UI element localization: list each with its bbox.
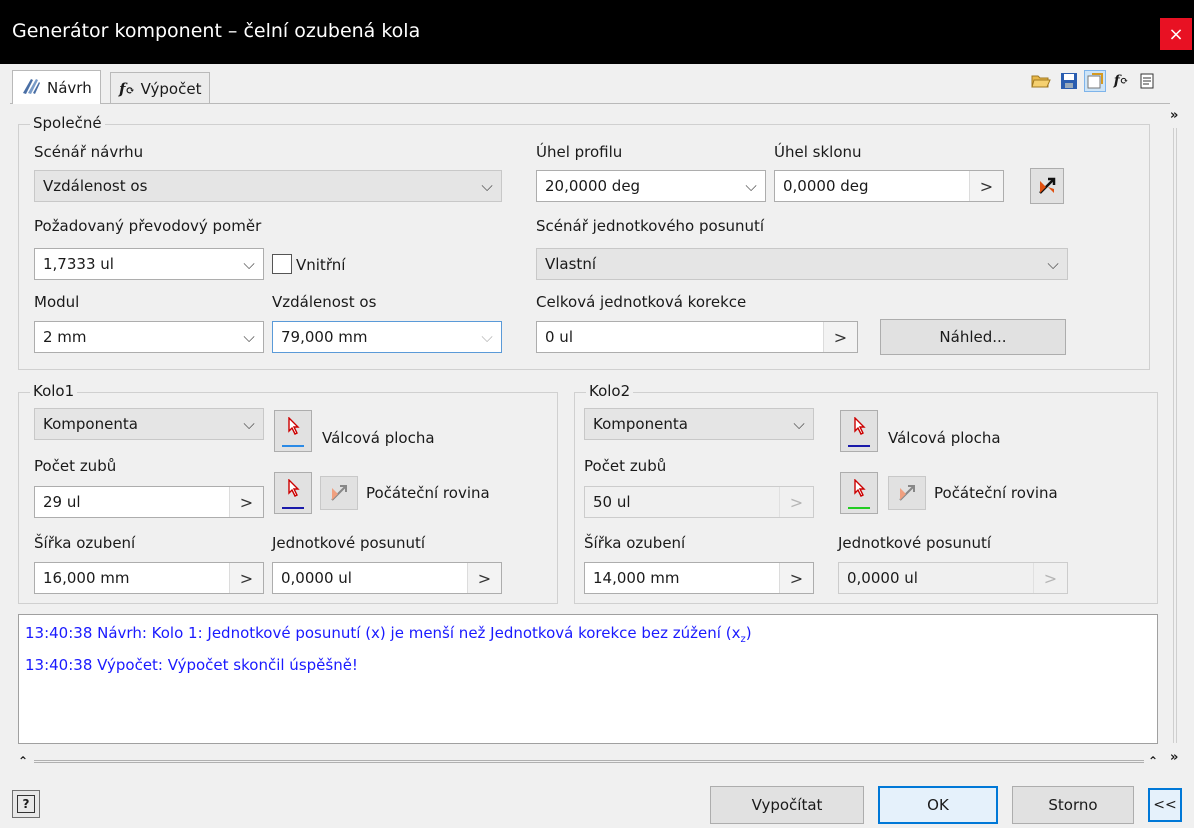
chevron-down-icon: ⌵ (243, 255, 255, 273)
fx-icon[interactable]: f ⟳ (1110, 70, 1132, 92)
gear1-start-plane-pick-button[interactable] (274, 472, 312, 514)
internal-checkbox[interactable] (272, 254, 292, 274)
chevron-right-icon[interactable]: > (229, 487, 263, 517)
module-label: Modul (34, 293, 80, 311)
message-log[interactable]: 13:40:38 Návrh: Kolo 1: Jednotkové posun… (18, 614, 1158, 744)
ratio-combo[interactable]: 1,7333 ul ⌵ (34, 248, 264, 280)
chevron-down-icon: ⌵ (745, 177, 757, 195)
gear1-start-plane-label: Počáteční rovina (366, 484, 490, 502)
flip-direction-icon (899, 485, 915, 501)
splitter[interactable] (34, 760, 1144, 763)
chevron-down-icon: ⌵ (243, 415, 255, 433)
chevron-right-icon[interactable]: > (467, 563, 501, 593)
gear1-unit-shift-input[interactable]: 0,0000 ul > (272, 562, 502, 594)
notes-icon[interactable] (1136, 70, 1158, 92)
tab-calculation[interactable]: f⟳ Výpočet (110, 72, 211, 104)
chevron-right-icon[interactable]: > (779, 563, 813, 593)
save-icon[interactable] (1058, 70, 1080, 92)
gear2-face-width-label: Šířka ozubení (584, 534, 686, 552)
side-divider (1170, 110, 1180, 750)
close-button[interactable]: × (1160, 18, 1192, 50)
chevron-right-icon: > (1033, 563, 1067, 593)
collapse-up-icon[interactable]: ⌃ (18, 754, 28, 768)
gear2-teeth-label: Počet zubů (584, 457, 667, 475)
gear1-unit-shift-label: Jednotkové posunutí (272, 534, 426, 552)
properties-icon[interactable] (1084, 70, 1106, 92)
design-icon (21, 77, 41, 99)
cursor-pick-icon (288, 479, 300, 497)
gear1-face-width-label: Šířka ozubení (34, 534, 136, 552)
log-line: 13:40:38 Výpočet: Výpočet skončil úspěšn… (25, 656, 358, 674)
open-folder-icon[interactable] (1030, 70, 1052, 92)
flip-helix-button[interactable] (1030, 168, 1064, 204)
chevron-down-icon: ⌵ (1047, 255, 1059, 273)
gear2-group-title: Kolo2 (586, 382, 634, 400)
gear2-start-plane-label: Počáteční rovina (934, 484, 1058, 502)
log-line: 13:40:38 Návrh: Kolo 1: Jednotkové posun… (25, 624, 752, 645)
close-icon: × (1168, 23, 1184, 45)
module-combo[interactable]: 2 mm ⌵ (34, 321, 264, 353)
chevron-down-icon: ⌵ (481, 177, 493, 195)
shift-scenario-select[interactable]: Vlastní ⌵ (536, 248, 1068, 280)
gear1-cylindrical-face-pick-button[interactable] (274, 410, 312, 452)
chevron-down-icon: ⌵ (793, 415, 805, 433)
internal-label: Vnitřní (296, 256, 346, 274)
total-correction-input[interactable]: 0 ul > (536, 321, 858, 353)
helix-angle-label: Úhel sklonu (774, 143, 862, 161)
gear2-unit-shift-label: Jednotkové posunutí (838, 534, 992, 552)
window-title: Generátor komponent – čelní ozubená kola (12, 20, 421, 42)
gear2-cylindrical-face-label: Válcová plocha (888, 429, 1001, 447)
preview-button[interactable]: Náhled... (880, 319, 1066, 355)
chevron-right-icon[interactable]: > (969, 171, 1003, 201)
collapse-up-icon[interactable]: ⌃ (1148, 754, 1158, 768)
tab-strip-line (10, 103, 1170, 104)
tab-calculation-label: Výpočet (140, 79, 202, 98)
tab-design-label: Návrh (47, 78, 92, 97)
design-scenario-select[interactable]: Vzdálenost os ⌵ (34, 170, 502, 202)
gear1-teeth-label: Počet zubů (34, 457, 117, 475)
profile-angle-combo[interactable]: 20,0000 deg ⌵ (536, 170, 766, 202)
gear2-flip-plane-button[interactable] (888, 476, 926, 510)
design-scenario-label: Scénář návrhu (34, 143, 144, 161)
help-icon: ? (17, 795, 35, 813)
tab-design[interactable]: Návrh (12, 70, 101, 104)
ok-button[interactable]: OK (878, 786, 998, 824)
gear2-start-plane-pick-button[interactable] (840, 472, 878, 514)
gear1-group-title: Kolo1 (30, 382, 78, 400)
center-distance-label: Vzdálenost os (272, 293, 377, 311)
gear2-face-width-input[interactable]: 14,000 mm > (584, 562, 814, 594)
helix-angle-input[interactable]: 0,0000 deg > (774, 170, 1004, 202)
flip-direction-icon (331, 485, 347, 501)
total-correction-label: Celková jednotková korekce (536, 293, 747, 311)
center-distance-combo[interactable]: 79,000 mm ⌵ (272, 321, 502, 353)
chevron-down-icon: ⌵ (481, 328, 493, 346)
expand-right-icon[interactable]: » (1170, 750, 1178, 765)
cursor-pick-icon (288, 417, 300, 435)
cancel-button[interactable]: Storno (1012, 786, 1134, 824)
cursor-pick-icon (854, 479, 866, 497)
chevron-right-icon[interactable]: > (229, 563, 263, 593)
cursor-pick-icon (854, 417, 866, 435)
help-button[interactable]: ? (12, 790, 40, 818)
gear2-type-select[interactable]: Komponenta ⌵ (584, 408, 814, 440)
collapse-dialog-button[interactable]: << (1148, 788, 1182, 822)
shift-scenario-label: Scénář jednotkového posunutí (536, 217, 765, 235)
gear1-face-width-input[interactable]: 16,000 mm > (34, 562, 264, 594)
gear2-teeth-input[interactable]: 50 ul > (584, 486, 814, 518)
gear2-cylindrical-face-pick-button[interactable] (840, 410, 878, 452)
common-group-title: Společné (30, 114, 105, 132)
gear1-type-select[interactable]: Komponenta ⌵ (34, 408, 264, 440)
gear1-flip-plane-button[interactable] (320, 476, 358, 510)
profile-angle-label: Úhel profilu (536, 143, 623, 161)
gear1-cylindrical-face-label: Válcová plocha (322, 429, 435, 447)
ratio-label: Požadovaný převodový poměr (34, 217, 262, 235)
chevron-right-icon: > (779, 487, 813, 517)
flip-direction-icon (1039, 177, 1056, 194)
calculate-button[interactable]: Vypočítat (710, 786, 864, 824)
gear2-unit-shift-input[interactable]: 0,0000 ul > (838, 562, 1068, 594)
chevron-right-icon[interactable]: > (823, 322, 857, 352)
chevron-down-icon: ⌵ (243, 328, 255, 346)
calculation-icon: f⟳ (119, 79, 135, 98)
gear1-teeth-input[interactable]: 29 ul > (34, 486, 264, 518)
